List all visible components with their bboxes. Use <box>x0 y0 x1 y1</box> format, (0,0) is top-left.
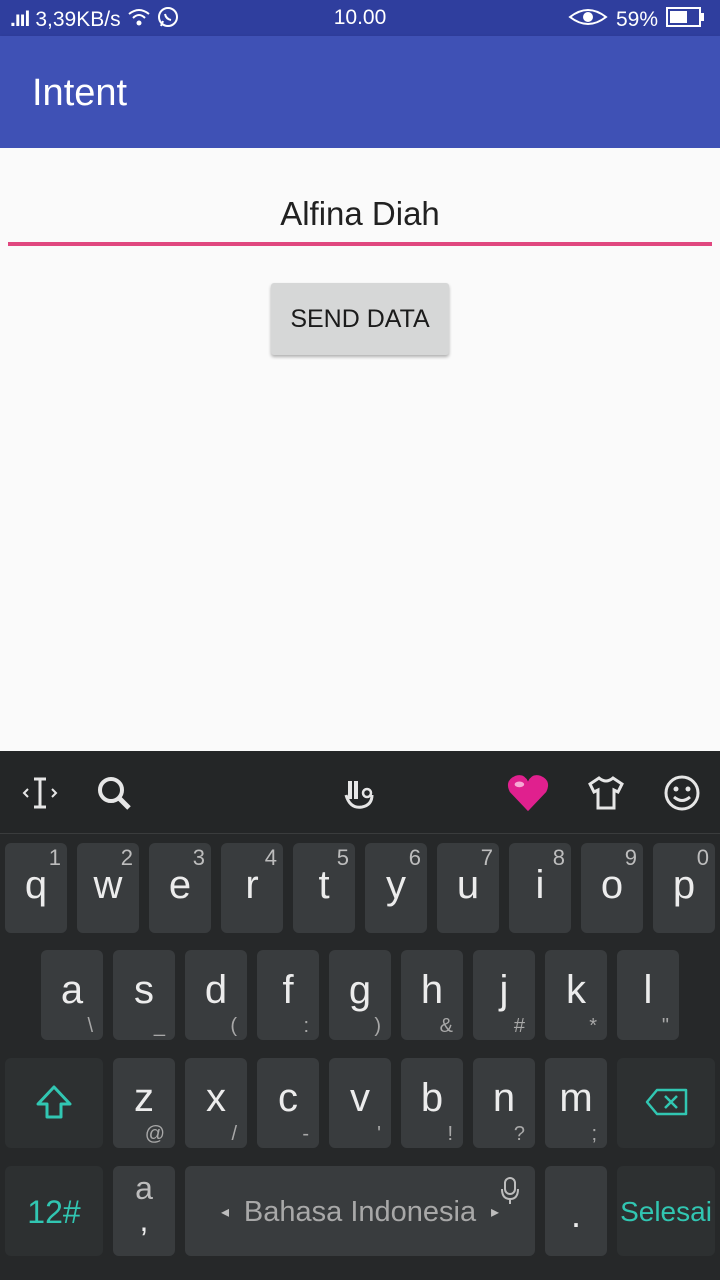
key-s[interactable]: s _ <box>113 950 175 1040</box>
key-g[interactable]: g) <box>329 950 391 1040</box>
key-d[interactable]: d( <box>185 950 247 1040</box>
key-t[interactable]: 5t <box>293 843 355 933</box>
key-p[interactable]: 0p <box>653 843 715 933</box>
gesture-icon[interactable] <box>338 771 382 815</box>
key-j[interactable]: j # <box>473 950 535 1040</box>
key-v[interactable]: v ' <box>329 1058 391 1148</box>
key-c[interactable]: c- <box>257 1058 319 1148</box>
eye-icon <box>568 7 608 33</box>
key-o[interactable]: 9o <box>581 843 643 933</box>
cursor-icon[interactable] <box>18 771 62 815</box>
name-field-container <box>8 186 712 246</box>
theme-shirt-icon[interactable] <box>584 771 628 815</box>
main-content: SEND DATA <box>0 148 720 751</box>
status-bar: .ııl 3,39KB/s 10.00 59% <box>0 0 720 36</box>
key-y[interactable]: 6y <box>365 843 427 933</box>
keyboard-toolbar <box>0 751 720 834</box>
emoji-icon[interactable] <box>660 771 704 815</box>
soft-keyboard: 1q 2w 3e 4r 5t 6y 7u 8i 9o 0p a \ s _ d( f… <box>0 751 720 1280</box>
space-key[interactable]: ◂ Bahasa Indonesia ▸ <box>185 1166 535 1256</box>
backspace-icon <box>645 1088 689 1121</box>
key-w[interactable]: 2w <box>77 843 139 933</box>
key-n[interactable]: n? <box>473 1058 535 1148</box>
battery-percent: 59% <box>615 8 658 31</box>
app-title: Intent <box>32 72 128 114</box>
shift-icon <box>35 1084 73 1125</box>
period-key[interactable]: . <box>545 1166 607 1256</box>
key-q[interactable]: 1q <box>5 843 67 933</box>
done-key[interactable]: Selesai <box>617 1166 715 1256</box>
heart-icon[interactable] <box>506 771 550 815</box>
backspace-key[interactable] <box>617 1058 715 1148</box>
key-f[interactable]: f: <box>257 950 319 1040</box>
name-input[interactable] <box>8 186 712 242</box>
key-m[interactable]: m; <box>545 1058 607 1148</box>
comma-key[interactable]: a , <box>113 1166 175 1256</box>
key-u[interactable]: 7u <box>437 843 499 933</box>
key-x[interactable]: x / <box>185 1058 247 1148</box>
search-icon[interactable] <box>92 771 136 815</box>
key-l[interactable]: l " <box>617 950 679 1040</box>
key-h[interactable]: h & <box>401 950 463 1040</box>
shift-key[interactable] <box>5 1058 103 1148</box>
microphone-icon <box>499 1176 521 1211</box>
numbers-key[interactable]: 12# <box>5 1166 103 1256</box>
battery-icon <box>666 6 706 34</box>
app-bar: Intent <box>0 36 720 148</box>
key-b[interactable]: b! <box>401 1058 463 1148</box>
send-data-button[interactable]: SEND DATA <box>271 283 449 355</box>
key-r[interactable]: 4r <box>221 843 283 933</box>
key-z[interactable]: z @ <box>113 1058 175 1148</box>
right-arrow-icon: ▸ <box>490 1204 499 1221</box>
key-e[interactable]: 3e <box>149 843 211 933</box>
key-i[interactable]: 8i <box>509 843 571 933</box>
key-a[interactable]: a \ <box>41 950 103 1040</box>
key-k[interactable]: k * <box>545 950 607 1040</box>
